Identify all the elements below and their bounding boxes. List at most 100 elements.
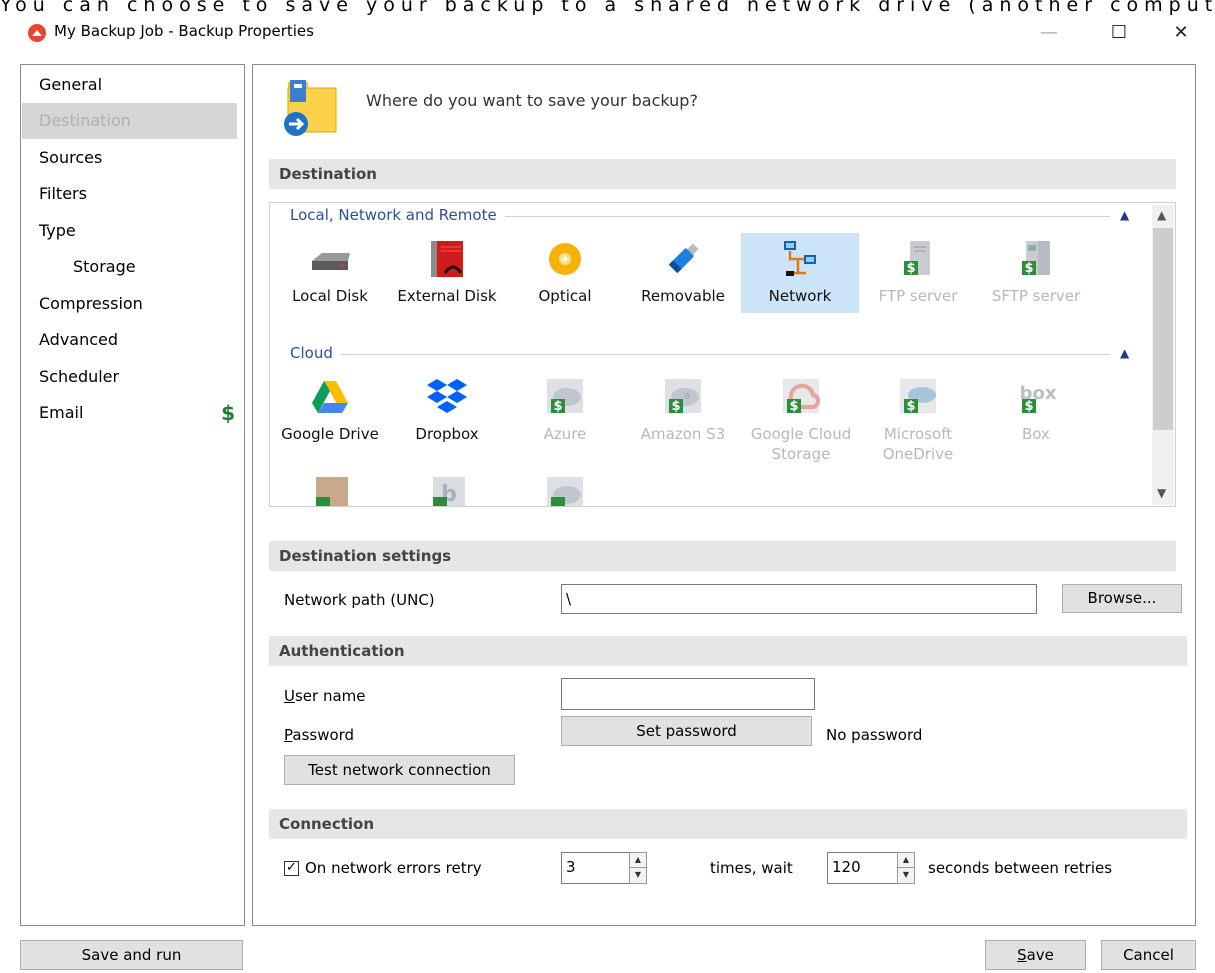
sidebar: General Destination Sources Filters Type…	[20, 64, 245, 926]
usb-stick-icon	[661, 239, 705, 279]
svg-text:$: $	[906, 399, 915, 414]
sidebar-item-type[interactable]: Type	[22, 213, 237, 249]
group-label-local: Local, Network and Remote	[290, 206, 505, 224]
close-button[interactable]: ✕	[1158, 16, 1204, 48]
minimize-button[interactable]: —	[1026, 16, 1072, 48]
test-connection-button[interactable]: Test network connection	[284, 755, 515, 785]
tile-google-cloud[interactable]: $ Google Cloud Storage	[742, 371, 860, 463]
password-label: Password	[284, 726, 355, 744]
sidebar-item-sources[interactable]: Sources	[22, 140, 237, 176]
tile-removable[interactable]: Removable	[624, 233, 742, 313]
tile-azure[interactable]: $ Azure	[506, 371, 624, 451]
sidebar-item-advanced[interactable]: Advanced	[22, 322, 237, 358]
tile-box[interactable]: box $ Box	[977, 371, 1095, 451]
svg-text:$: $	[1024, 399, 1033, 414]
svg-text:$: $	[906, 261, 915, 276]
svg-text:a: a	[684, 389, 691, 402]
azure-icon: $	[543, 377, 587, 417]
retry-count-input[interactable]: 3	[561, 852, 631, 884]
network-icon	[778, 239, 822, 279]
tile-amazon-s3[interactable]: a $ Amazon S3	[624, 371, 742, 451]
app-logo-icon	[28, 24, 46, 42]
storage-service-icon: b	[425, 475, 469, 506]
tile-network[interactable]: Network	[741, 233, 859, 313]
seconds-label: seconds between retries	[928, 859, 1113, 877]
retry-count-stepper[interactable]: ▲ ▼	[629, 852, 647, 884]
user-name-input[interactable]	[561, 678, 815, 710]
dropbox-icon	[425, 377, 469, 417]
sidebar-item-general[interactable]: General	[22, 67, 237, 103]
tile-label: Box	[1022, 425, 1050, 443]
tile-dropbox[interactable]: Dropbox	[388, 371, 506, 451]
tile-label: FTP server	[878, 287, 958, 305]
google-drive-icon	[308, 377, 352, 417]
section-connection: Connection	[269, 809, 1187, 839]
collapse-cloud-icon[interactable]: ▲	[1120, 346, 1129, 360]
tile-more-3[interactable]	[506, 469, 624, 506]
tile-label: Google Drive	[281, 425, 379, 443]
sidebar-item-storage[interactable]: Storage	[22, 249, 237, 285]
tile-more-2[interactable]: b	[388, 469, 506, 506]
browse-button[interactable]: Browse...	[1062, 584, 1182, 613]
svg-text:$: $	[553, 399, 562, 414]
maximize-button[interactable]: ☐	[1096, 16, 1142, 48]
scroll-down-icon[interactable]: ▼	[1157, 486, 1166, 500]
tile-label: Microsoft OneDrive	[882, 425, 954, 463]
network-path-label: Network path (UNC)	[284, 591, 435, 609]
wait-seconds-stepper[interactable]: ▲ ▼	[897, 852, 915, 884]
tile-local-disk[interactable]: Local Disk	[271, 233, 389, 313]
tile-label: Optical	[538, 287, 592, 305]
retry-label: On network errors retry	[305, 859, 482, 877]
destination-folder-icon	[276, 78, 340, 138]
tile-sftp-server[interactable]: $ SFTP server	[977, 233, 1095, 313]
tile-label: SFTP server	[991, 287, 1081, 305]
window-title: My Backup Job - Backup Properties	[54, 22, 314, 40]
tile-label: Google Cloud Storage	[750, 425, 852, 463]
onedrive-icon: $	[896, 377, 940, 417]
premium-dollar-icon: $	[221, 401, 235, 425]
destination-picker: Local, Network and Remote ▲ Local Disk E…	[269, 202, 1176, 507]
tile-onedrive[interactable]: $ Microsoft OneDrive	[859, 371, 977, 463]
google-cloud-icon: $	[779, 377, 823, 417]
section-destination-settings: Destination settings	[269, 541, 1176, 571]
sidebar-item-filters[interactable]: Filters	[22, 176, 237, 212]
scroll-up-icon[interactable]: ▲	[1157, 208, 1166, 222]
tile-label: Dropbox	[415, 425, 479, 443]
user-name-label: User name	[284, 687, 366, 705]
tile-external-disk[interactable]: External Disk	[388, 233, 506, 313]
collapse-local-icon[interactable]: ▲	[1120, 208, 1129, 222]
optical-disc-icon	[543, 239, 587, 279]
wait-seconds-input[interactable]: 120	[827, 852, 899, 884]
password-status: No password	[826, 726, 923, 744]
tile-label: Azure	[543, 425, 587, 443]
tile-ftp-server[interactable]: $ FTP server	[859, 233, 977, 313]
picker-scroll-thumb[interactable]	[1153, 228, 1173, 430]
sidebar-item-scheduler[interactable]: Scheduler	[22, 359, 237, 395]
storage-service-icon	[543, 475, 587, 506]
tile-label: Network	[768, 287, 832, 305]
svg-text:$: $	[671, 399, 680, 414]
svg-text:$: $	[789, 399, 798, 414]
save-button[interactable]: Save	[985, 940, 1086, 970]
amazon-s3-icon: a $	[661, 377, 705, 417]
tile-label: Amazon S3	[640, 425, 726, 443]
tile-label: External Disk	[397, 287, 497, 305]
set-password-button[interactable]: Set password	[561, 716, 812, 746]
tile-more-1[interactable]	[271, 469, 389, 506]
save-and-run-button[interactable]: Save and run	[20, 940, 243, 970]
tile-label: Removable	[641, 287, 725, 305]
section-authentication: Authentication	[269, 636, 1187, 666]
group-label-cloud: Cloud	[290, 344, 341, 362]
tile-label: Local Disk	[292, 287, 368, 305]
external-disk-icon	[425, 239, 469, 279]
sidebar-item-destination[interactable]: Destination	[22, 103, 237, 139]
sidebar-item-email[interactable]: Email $	[22, 395, 237, 431]
svg-text:$: $	[1024, 261, 1033, 276]
top-caption: You can choose to save your backup to a …	[0, 0, 1215, 16]
tile-optical[interactable]: Optical	[506, 233, 624, 313]
tile-google-drive[interactable]: Google Drive	[271, 371, 389, 451]
network-path-input[interactable]: \	[561, 584, 1037, 614]
sidebar-item-compression[interactable]: Compression	[22, 286, 237, 322]
retry-checkbox[interactable]: ✓	[284, 861, 299, 876]
cancel-button[interactable]: Cancel	[1101, 940, 1196, 970]
